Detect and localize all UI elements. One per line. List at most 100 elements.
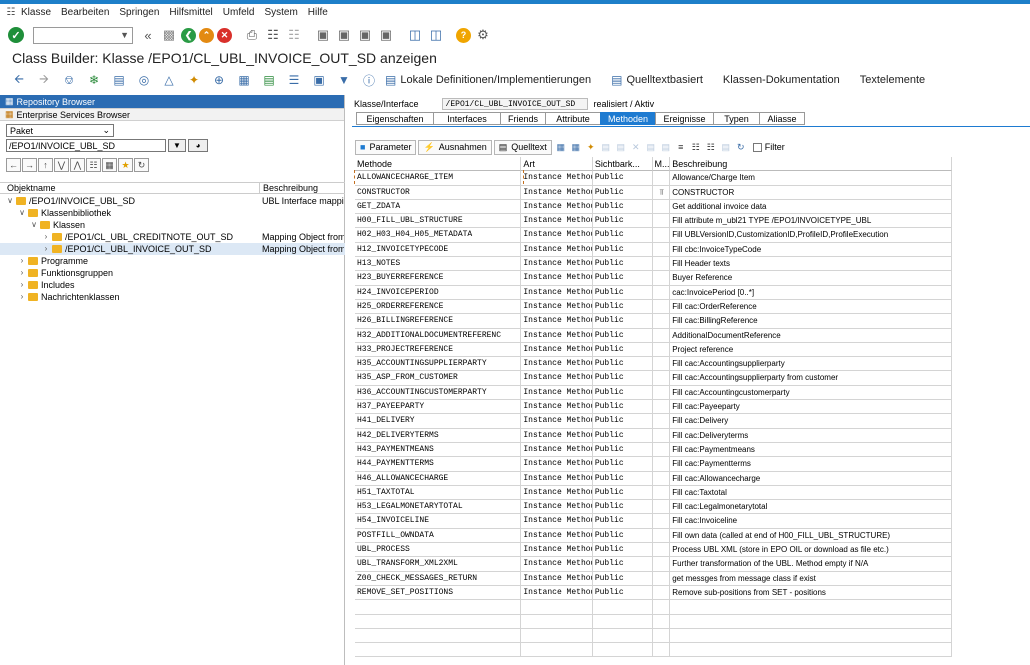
table-row[interactable]: H53_LEGALMONETARYTOTAL Instance Method Pub… (355, 500, 952, 515)
method-modifier-cell[interactable] (652, 285, 671, 300)
print-icon[interactable]: ⎙ (243, 26, 261, 44)
save-icon[interactable]: ▩ (160, 26, 178, 44)
back-arrow-icon[interactable]: 🡨 (10, 71, 28, 89)
where-used-icon[interactable]: ⊕ (210, 71, 228, 89)
method-modifier-cell[interactable] (652, 271, 671, 286)
visibility-cell[interactable]: Public (592, 371, 653, 386)
method-name-cell[interactable]: H23_BUYERREFERENCE (355, 271, 522, 286)
table-row[interactable]: H36_ACCOUNTINGCUSTOMERPARTY Instance Meth… (355, 385, 952, 401)
method-description-cell[interactable]: Fill cac:OrderReference (670, 299, 952, 315)
table-row[interactable]: H32_ADDITIONALDOCUMENTREFERENC Instance M… (355, 328, 952, 343)
collapse-icon[interactable]: ⋁ (54, 158, 69, 172)
method-modifier-cell[interactable] (652, 457, 671, 472)
method-type-cell[interactable]: Instance Method (521, 371, 593, 386)
col-beschreibung[interactable]: Beschreibung (670, 157, 952, 172)
refresh-grid-icon[interactable]: ↻ (734, 140, 748, 154)
class-documentation-button[interactable]: Klassen-Dokumentation (723, 74, 840, 86)
tab-attribute[interactable]: Attribute (545, 112, 600, 125)
parameter-button[interactable]: ■ Parameter (355, 139, 417, 155)
method-description-cell[interactable]: Fill own data (called at end of H00_FILL… (670, 528, 952, 544)
method-description-cell[interactable]: Fill cac:Payeeparty (670, 400, 952, 415)
search-icon[interactable]: ☷ (689, 140, 703, 154)
back-icon[interactable]: ❮ (181, 27, 196, 43)
tree-node[interactable]: ∨ Klassen (0, 219, 345, 231)
method-modifier-cell[interactable] (652, 228, 671, 243)
table-row[interactable]: H37_PAYEEPARTY Instance Method Public Fill … (355, 400, 952, 415)
chevron-down-icon[interactable]: ∨ (18, 207, 26, 219)
method-name-cell[interactable]: H36_ACCOUNTINGCUSTOMERPARTY (355, 385, 522, 401)
method-type-cell[interactable]: Instance Method (521, 557, 593, 572)
source-code-button[interactable]: ▤ Quelltext (493, 139, 552, 155)
method-description-cell[interactable]: Further transformation of the UBL. Metho… (670, 557, 952, 572)
method-name-cell[interactable]: Z00_CHECK_MESSAGES_RETURN (355, 571, 522, 586)
method-description-cell[interactable]: Fill cac:Accountingcustomerparty (670, 385, 952, 401)
method-type-cell[interactable]: Instance Method (521, 328, 593, 343)
visibility-cell[interactable]: Public (592, 557, 653, 572)
table-row[interactable]: H13_NOTES Instance Method Public Fill Heade… (355, 257, 952, 272)
visibility-cell[interactable]: Public (592, 385, 653, 401)
visibility-cell[interactable]: Public (592, 171, 653, 186)
help-icon[interactable]: ? (456, 27, 471, 43)
expand-icon[interactable]: ⋀ (70, 158, 85, 172)
enter-check-icon[interactable]: ✓ (8, 27, 24, 43)
method-name-cell[interactable]: H37_PAYEEPARTY (355, 400, 522, 415)
visibility-cell[interactable]: Public (592, 457, 653, 472)
class-name-field[interactable]: /EPO1/CL_UBL_INVOICE_OUT_SD (441, 98, 588, 110)
tree-node[interactable]: › /EPO1/CL_UBL_CREDITNOTE_OUT_SD Mapping O… (0, 231, 345, 243)
method-name-cell[interactable]: H12_INVOICETYPECODE (355, 242, 522, 258)
back-double-icon[interactable]: « (139, 26, 157, 44)
method-description-cell[interactable]: Fill cac:Accountingsupplierparty (670, 357, 952, 372)
copy-icon[interactable]: ▤ (614, 140, 628, 154)
method-modifier-cell[interactable] (652, 528, 671, 544)
chevron-right-icon[interactable]: › (42, 231, 50, 243)
table-row[interactable]: H24_INVOICEPERIOD Instance Method Public ca… (355, 285, 952, 300)
table-row[interactable]: H35_ASP_FROM_CUSTOMER Instance Method Publ… (355, 371, 952, 386)
new-session-icon[interactable]: ◫ (406, 26, 424, 44)
table-row[interactable]: H00_FILL_UBL_STRUCTURE Instance Method Pub… (355, 214, 952, 229)
visibility-cell[interactable]: Public (592, 314, 653, 329)
table-row[interactable]: UBL_TRANSFORM_XML2XML Instance Method Publ… (355, 557, 952, 572)
method-type-cell[interactable]: Instance Method (521, 357, 593, 372)
cancel-icon[interactable]: ✕ (217, 27, 232, 43)
method-description-cell[interactable]: Fill cac:Deliveryterms (670, 428, 952, 443)
chevron-right-icon[interactable]: › (18, 255, 26, 267)
paste-icon[interactable]: ▤ (644, 140, 658, 154)
visibility-cell[interactable]: Public (592, 185, 653, 200)
info-icon[interactable]: ⓘ (360, 71, 378, 89)
tree-node[interactable]: › /EPO1/CL_UBL_INVOICE_OUT_SD Mapping Obje… (0, 243, 345, 255)
window-icon[interactable]: ▣ (310, 71, 328, 89)
method-description-cell[interactable]: Fill cac:BillingReference (670, 314, 952, 329)
dropdown-arrow-icon[interactable]: ▼ (168, 139, 186, 152)
method-modifier-cell[interactable] (652, 214, 671, 229)
method-modifier-cell[interactable] (652, 500, 671, 515)
detail-icon[interactable]: ▦ (554, 140, 568, 154)
method-type-cell[interactable]: Instance Method (521, 442, 593, 458)
chevron-down-icon[interactable]: ∨ (30, 219, 38, 231)
method-name-cell[interactable]: H43_PAYMENTMEANS (355, 442, 522, 458)
menu-item-hilfsmittel[interactable]: Hilfsmittel (169, 7, 212, 18)
method-name-cell[interactable]: H02_H03_H04_H05_METADATA (355, 228, 522, 243)
method-type-cell[interactable]: Instance Method (521, 514, 593, 529)
refresh-icon[interactable]: ↻ (134, 158, 149, 172)
method-modifier-cell[interactable] (652, 571, 671, 586)
method-modifier-cell[interactable] (652, 342, 671, 358)
method-description-cell[interactable]: Project reference (670, 342, 952, 358)
active-inactive-icon[interactable]: ▤ (110, 71, 128, 89)
method-modifier-cell[interactable] (652, 328, 671, 343)
method-name-cell[interactable]: UBL_TRANSFORM_XML2XML (355, 557, 522, 572)
activate-icon[interactable]: △ (160, 71, 178, 89)
undo-icon[interactable]: ▤ (659, 140, 673, 154)
method-type-cell[interactable]: Instance Method (521, 257, 593, 272)
window-menu-icon[interactable]: ☷ (4, 4, 18, 22)
method-name-cell[interactable]: H33_PROJECTREFERENCE (355, 342, 522, 358)
method-type-cell[interactable]: Instance Method (521, 471, 593, 486)
chevron-right-icon[interactable]: › (18, 279, 26, 291)
method-name-cell[interactable]: H35_ACCOUNTINGSUPPLIERPARTY (355, 357, 522, 372)
method-type-cell[interactable]: Instance Method (521, 214, 593, 229)
method-description-cell[interactable]: Remove sub-positions from SET - position… (670, 585, 952, 601)
visibility-cell[interactable]: Public (592, 543, 653, 558)
visibility-cell[interactable]: Public (592, 228, 653, 243)
method-name-cell[interactable]: H42_DELIVERYTERMS (355, 428, 522, 443)
tree-node[interactable]: ∨ Klassenbibliothek (0, 207, 345, 219)
source-based-button[interactable]: ▤ Quelltextbasiert (611, 73, 703, 87)
